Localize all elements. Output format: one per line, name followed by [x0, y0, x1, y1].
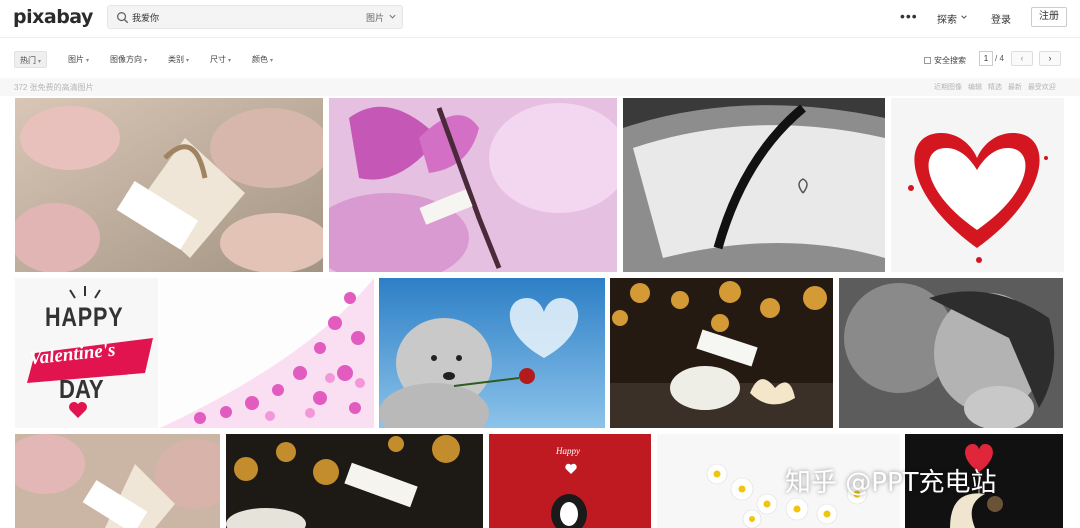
watermark-text: 知乎 @PPT充电站: [785, 468, 997, 498]
pixabay-logo[interactable]: pixabay: [13, 6, 93, 28]
safe-search-toggle[interactable]: 安全搜索: [924, 55, 966, 66]
white-roses-photo: [610, 278, 833, 428]
image-tile[interactable]: [15, 434, 220, 528]
sort-recent[interactable]: 近期图像: [934, 84, 962, 91]
explore-menu[interactable]: 探索: [937, 11, 957, 26]
red-heart-image: [891, 98, 1064, 272]
more-menu-button[interactable]: •••: [900, 9, 918, 23]
card-text-day: DAY: [59, 374, 104, 404]
card-text-happy-small: Happy: [556, 446, 580, 456]
image-tile[interactable]: [623, 98, 885, 272]
sort-latest[interactable]: 最新: [1008, 84, 1022, 91]
image-tile[interactable]: [891, 98, 1064, 272]
filter-orientation[interactable]: 图像方向 ▾: [110, 51, 147, 68]
image-tile[interactable]: [226, 434, 483, 528]
bokeh-photo: [226, 434, 483, 528]
login-link[interactable]: 登录: [991, 11, 1011, 26]
image-tile[interactable]: [160, 278, 374, 428]
magnolia-photo: [329, 98, 617, 272]
sort-options: 近期图像 编辑 精选 最新 最受欢迎: [934, 82, 1060, 92]
search-bar[interactable]: 我爱你 图片: [107, 5, 403, 29]
filter-image-type[interactable]: 图片 ▾: [68, 51, 89, 68]
prev-page-button[interactable]: ‹: [1011, 51, 1033, 66]
chevron-down-icon[interactable]: [388, 12, 397, 21]
search-icon: [117, 12, 129, 24]
card-text-happy: HAPPY: [45, 302, 124, 332]
caret-down-icon: ▾: [86, 58, 90, 64]
checkbox-icon[interactable]: [924, 57, 931, 64]
image-tile[interactable]: [329, 98, 617, 272]
image-tile[interactable]: [379, 278, 605, 428]
sort-editors[interactable]: 编辑: [968, 84, 982, 91]
filter-popular[interactable]: 热门 ▾: [14, 51, 48, 68]
next-page-button[interactable]: ›: [1039, 51, 1061, 66]
signup-button[interactable]: 注册: [1031, 7, 1067, 27]
pink-hearts-image: [160, 278, 374, 428]
roses-photo: [15, 434, 220, 528]
image-tile[interactable]: [15, 98, 323, 272]
filter-bar: 热门 ▾ 图片 ▾ 图像方向 ▾ 类别 ▾ 尺寸 ▾ 颜色 ▾ 安全搜索 1 / 4 ‹ ›: [0, 49, 1080, 73]
dog-photo: [379, 278, 605, 428]
image-tile[interactable]: [839, 278, 1063, 428]
search-input[interactable]: 我爱你: [132, 11, 159, 24]
search-type-select[interactable]: 图片: [366, 11, 384, 24]
top-header: pixabay 我爱你 图片 ••• 探索 登录 注册: [0, 0, 1080, 38]
filter-size[interactable]: 尺寸 ▾: [210, 51, 231, 68]
filter-color[interactable]: 颜色 ▾: [252, 51, 273, 68]
caret-down-icon: ▾: [144, 58, 148, 64]
notebook-photo: [623, 98, 885, 272]
caret-down-icon: ▾: [38, 59, 42, 65]
image-tile[interactable]: HAPPY Valentine's DAY: [15, 278, 158, 428]
caret-down-icon: ▾: [186, 58, 190, 64]
caret-down-icon: ▾: [228, 58, 232, 64]
results-count: 372 张免费的高清图片: [14, 83, 94, 92]
sort-popular[interactable]: 最受欢迎: [1028, 84, 1056, 91]
page-number-input[interactable]: 1: [979, 51, 993, 66]
page-total: / 4: [995, 54, 1004, 63]
image-tile[interactable]: Happy: [489, 434, 651, 528]
caret-down-icon: ▾: [270, 58, 274, 64]
chevron-down-icon[interactable]: [960, 13, 968, 21]
results-bar: 372 张免费的高清图片 近期图像 编辑 精选 最新 最受欢迎: [0, 78, 1080, 96]
roses-photo: [15, 98, 323, 272]
image-tile[interactable]: [610, 278, 833, 428]
sort-featured[interactable]: 精选: [988, 84, 1002, 91]
couple-photo: [839, 278, 1063, 428]
filter-category[interactable]: 类别 ▾: [168, 51, 189, 68]
